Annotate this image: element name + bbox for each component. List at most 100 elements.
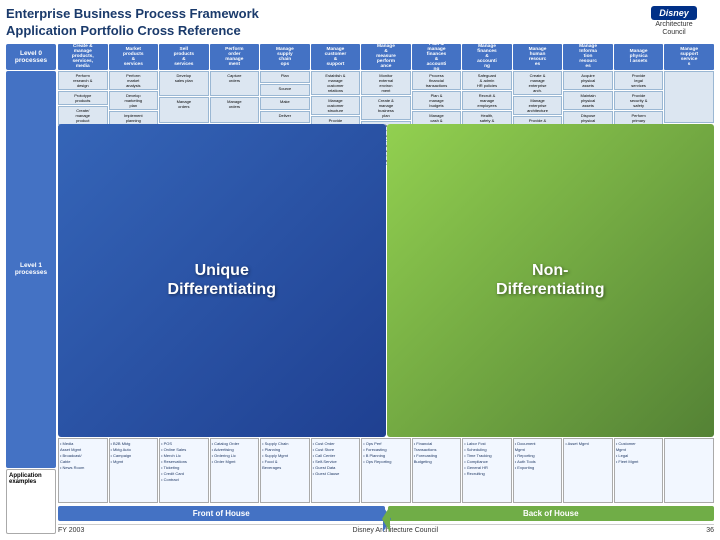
- l1-cell: Create &manageenterprisearch.: [513, 71, 563, 95]
- l1-cell: [664, 71, 714, 123]
- l1-cell: Providelegalservices: [614, 71, 664, 90]
- app-col-11: • Customer Mgmt • Legal • Fleet Mgmt: [614, 438, 664, 503]
- app-col-6: • Ops Perf • Forecasting • B Planning • …: [361, 438, 411, 503]
- l1-cell: Processfinancialtransactions: [412, 71, 462, 90]
- app-item: • News Room: [60, 465, 106, 471]
- app-col-0: • Media Asset Mgmt • Broadcast/ Cable • …: [58, 438, 108, 503]
- l1-cell: Maintainphysicalassets: [563, 91, 613, 110]
- l1-cell: Create &managebusinessplan: [361, 96, 411, 120]
- col-header-12: Managesupportservices: [664, 44, 714, 70]
- logo-area: Disney ArchitectureCouncil: [634, 6, 714, 38]
- l1-col-1: Performmarketanalysis Developmarketingpl…: [109, 71, 159, 123]
- front-of-house-banner: Front of House: [58, 506, 385, 521]
- l1-cell: Create/manageproduct: [58, 106, 108, 125]
- l1-cell: Plan &managebudgets: [412, 91, 462, 110]
- front-of-house-label: Front of House: [193, 509, 250, 518]
- back-of-house-banner: Back of House: [388, 506, 715, 521]
- disney-logo: Disney: [651, 6, 697, 20]
- l1-cell: Implementplanning: [109, 111, 159, 125]
- app-item: • Order Mgmt: [212, 459, 258, 465]
- app-col-9: • Document Mgmt • Reporting • Auth Tools…: [513, 438, 563, 503]
- app-item: Budgeting: [414, 459, 460, 465]
- unique-differentiating-panel: Unique Differentiating: [58, 124, 386, 437]
- l1-cell: Captureorders: [210, 71, 260, 97]
- l1-col-9: Create &manageenterprisearch. Manageente…: [513, 71, 563, 123]
- app-examples-label: Application examples: [6, 469, 56, 534]
- l1-col-3: Captureorders Manageorders: [210, 71, 260, 123]
- l1-col-8: Safeguard& adminHR policies Recruit &man…: [462, 71, 512, 123]
- col-header-1: Marketproducts&services: [109, 44, 159, 70]
- l1-cell: Establish &managecustomerrelations: [311, 71, 361, 95]
- app-col-2: • POS • Online Sales • Merch Lic • Reser…: [159, 438, 209, 503]
- non-differentiating-text: Non- Differentiating: [496, 261, 604, 299]
- app-col-3: • Catalog Order • Advertising • Ordering…: [210, 438, 260, 503]
- col-header-2: Sellproducts&services: [159, 44, 209, 70]
- app-item: • Contract: [161, 477, 207, 483]
- label-column: Level 0 processes Level 1 processes Appl…: [6, 44, 56, 534]
- app-col-1: • B2B Mktg • Mktg Auto • Campaign • Mgmt: [109, 438, 159, 503]
- app-col-7: • Financial Transactions • Forecasting B…: [412, 438, 462, 503]
- l1-col-6: Monitorexternalenvironment Create &manag…: [361, 71, 411, 123]
- l1-cell: Providesecurity &safety: [614, 91, 664, 110]
- l1-cell: Performmarketanalysis: [109, 71, 159, 90]
- l1-col-11: Providelegalservices Providesecurity &sa…: [614, 71, 664, 123]
- app-examples-row: • Media Asset Mgmt • Broadcast/ Cable • …: [58, 438, 714, 503]
- title-line1: Enterprise Business Process Framework: [6, 6, 259, 21]
- app-item: • Asset Mgmt: [565, 441, 611, 447]
- l1-col-5: Establish &managecustomerrelations Manag…: [311, 71, 361, 123]
- col-header-4: Managesupplychainops: [260, 44, 310, 70]
- l1-cell: Acquirephysicalassets: [563, 71, 613, 90]
- app-item: • Media Asset Mgmt: [60, 441, 106, 453]
- app-item: • Ops Reporting: [363, 459, 409, 465]
- l1-cell: Developsales plan: [159, 71, 209, 97]
- page-wrapper: Enterprise Business Process Framework Ap…: [0, 0, 720, 540]
- app-col-10: • Asset Mgmt: [563, 438, 613, 503]
- app-item: • Broadcast/ Cable: [60, 453, 106, 465]
- col-header-11: Managephysical assets: [614, 44, 664, 70]
- differentiating-area: Unique Differentiating Non- Differentiat…: [58, 124, 714, 437]
- house-banners: Front of House Back of House: [58, 506, 714, 521]
- l1-cell: Plan: [260, 71, 310, 83]
- col-header-10: ManageInformationresources: [563, 44, 613, 70]
- l1-col-4: Plan Source Make Deliver: [260, 71, 310, 123]
- app-item: • Exporting: [515, 465, 561, 471]
- app-item: • Guest Clause: [313, 471, 359, 477]
- l1-col-12: [664, 71, 714, 123]
- level0-headers-row: Create &manageproducts,services,media Ma…: [58, 44, 714, 70]
- columns-area: Create &manageproducts,services,media Ma…: [58, 44, 714, 534]
- l1-cell: Prototypeproducts: [58, 91, 108, 105]
- app-item: • Mgmt: [111, 459, 157, 465]
- app-item: Beverages: [262, 465, 308, 471]
- council-label: ArchitectureCouncil: [655, 21, 692, 38]
- l1-cell: Developmarketingplan: [109, 91, 159, 110]
- footer-page: 36: [706, 527, 714, 534]
- l1-col-0: Performresearch &design Prototypeproduct…: [58, 71, 108, 123]
- l1-cell: Managecustomerstructure: [311, 96, 361, 115]
- back-of-house-label: Back of House: [523, 509, 579, 518]
- level1-label: Level 1 processes: [6, 71, 56, 468]
- col-header-5: Managecustomer&support: [311, 44, 361, 70]
- l1-cell: Manageenterprisearchitecture: [513, 96, 563, 115]
- level0-label: Level 0 processes: [6, 44, 56, 70]
- l1-col-2: Developsales plan Manageorders: [159, 71, 209, 123]
- l1-col-10: Acquirephysicalassets Maintainphysicalas…: [563, 71, 613, 123]
- col-header-3: Performordermanagement: [210, 44, 260, 70]
- app-item: • Fleet Mgmt: [616, 459, 662, 465]
- l1-cell: Make: [260, 97, 310, 109]
- l1-cell: Recruit &manageemployees: [462, 91, 512, 110]
- col-header-7: Plan &managefinances&accounting: [412, 44, 462, 70]
- l1-cell: Manageorders: [210, 97, 260, 123]
- non-differentiating-panel: Non- Differentiating: [387, 124, 715, 437]
- footer-year: FY 2003: [58, 527, 84, 534]
- main-content: Level 0 processes Level 1 processes Appl…: [6, 44, 714, 534]
- title-line2: Application Portfolio Cross Reference: [6, 23, 241, 38]
- l1-cell: Source: [260, 84, 310, 96]
- app-col-12: [664, 438, 714, 503]
- l1-cell: Safeguard& adminHR policies: [462, 71, 512, 90]
- header-title: Enterprise Business Process Framework Ap…: [6, 6, 259, 40]
- l1-col-7: Processfinancialtransactions Plan &manag…: [412, 71, 462, 123]
- col-header-9: Managehumanresources: [513, 44, 563, 70]
- app-item: • Recruiting: [464, 471, 510, 477]
- l1-cell: Deliver: [260, 111, 310, 123]
- app-col-4: • Supply Chain • Planning • Supply Mgmt …: [260, 438, 310, 503]
